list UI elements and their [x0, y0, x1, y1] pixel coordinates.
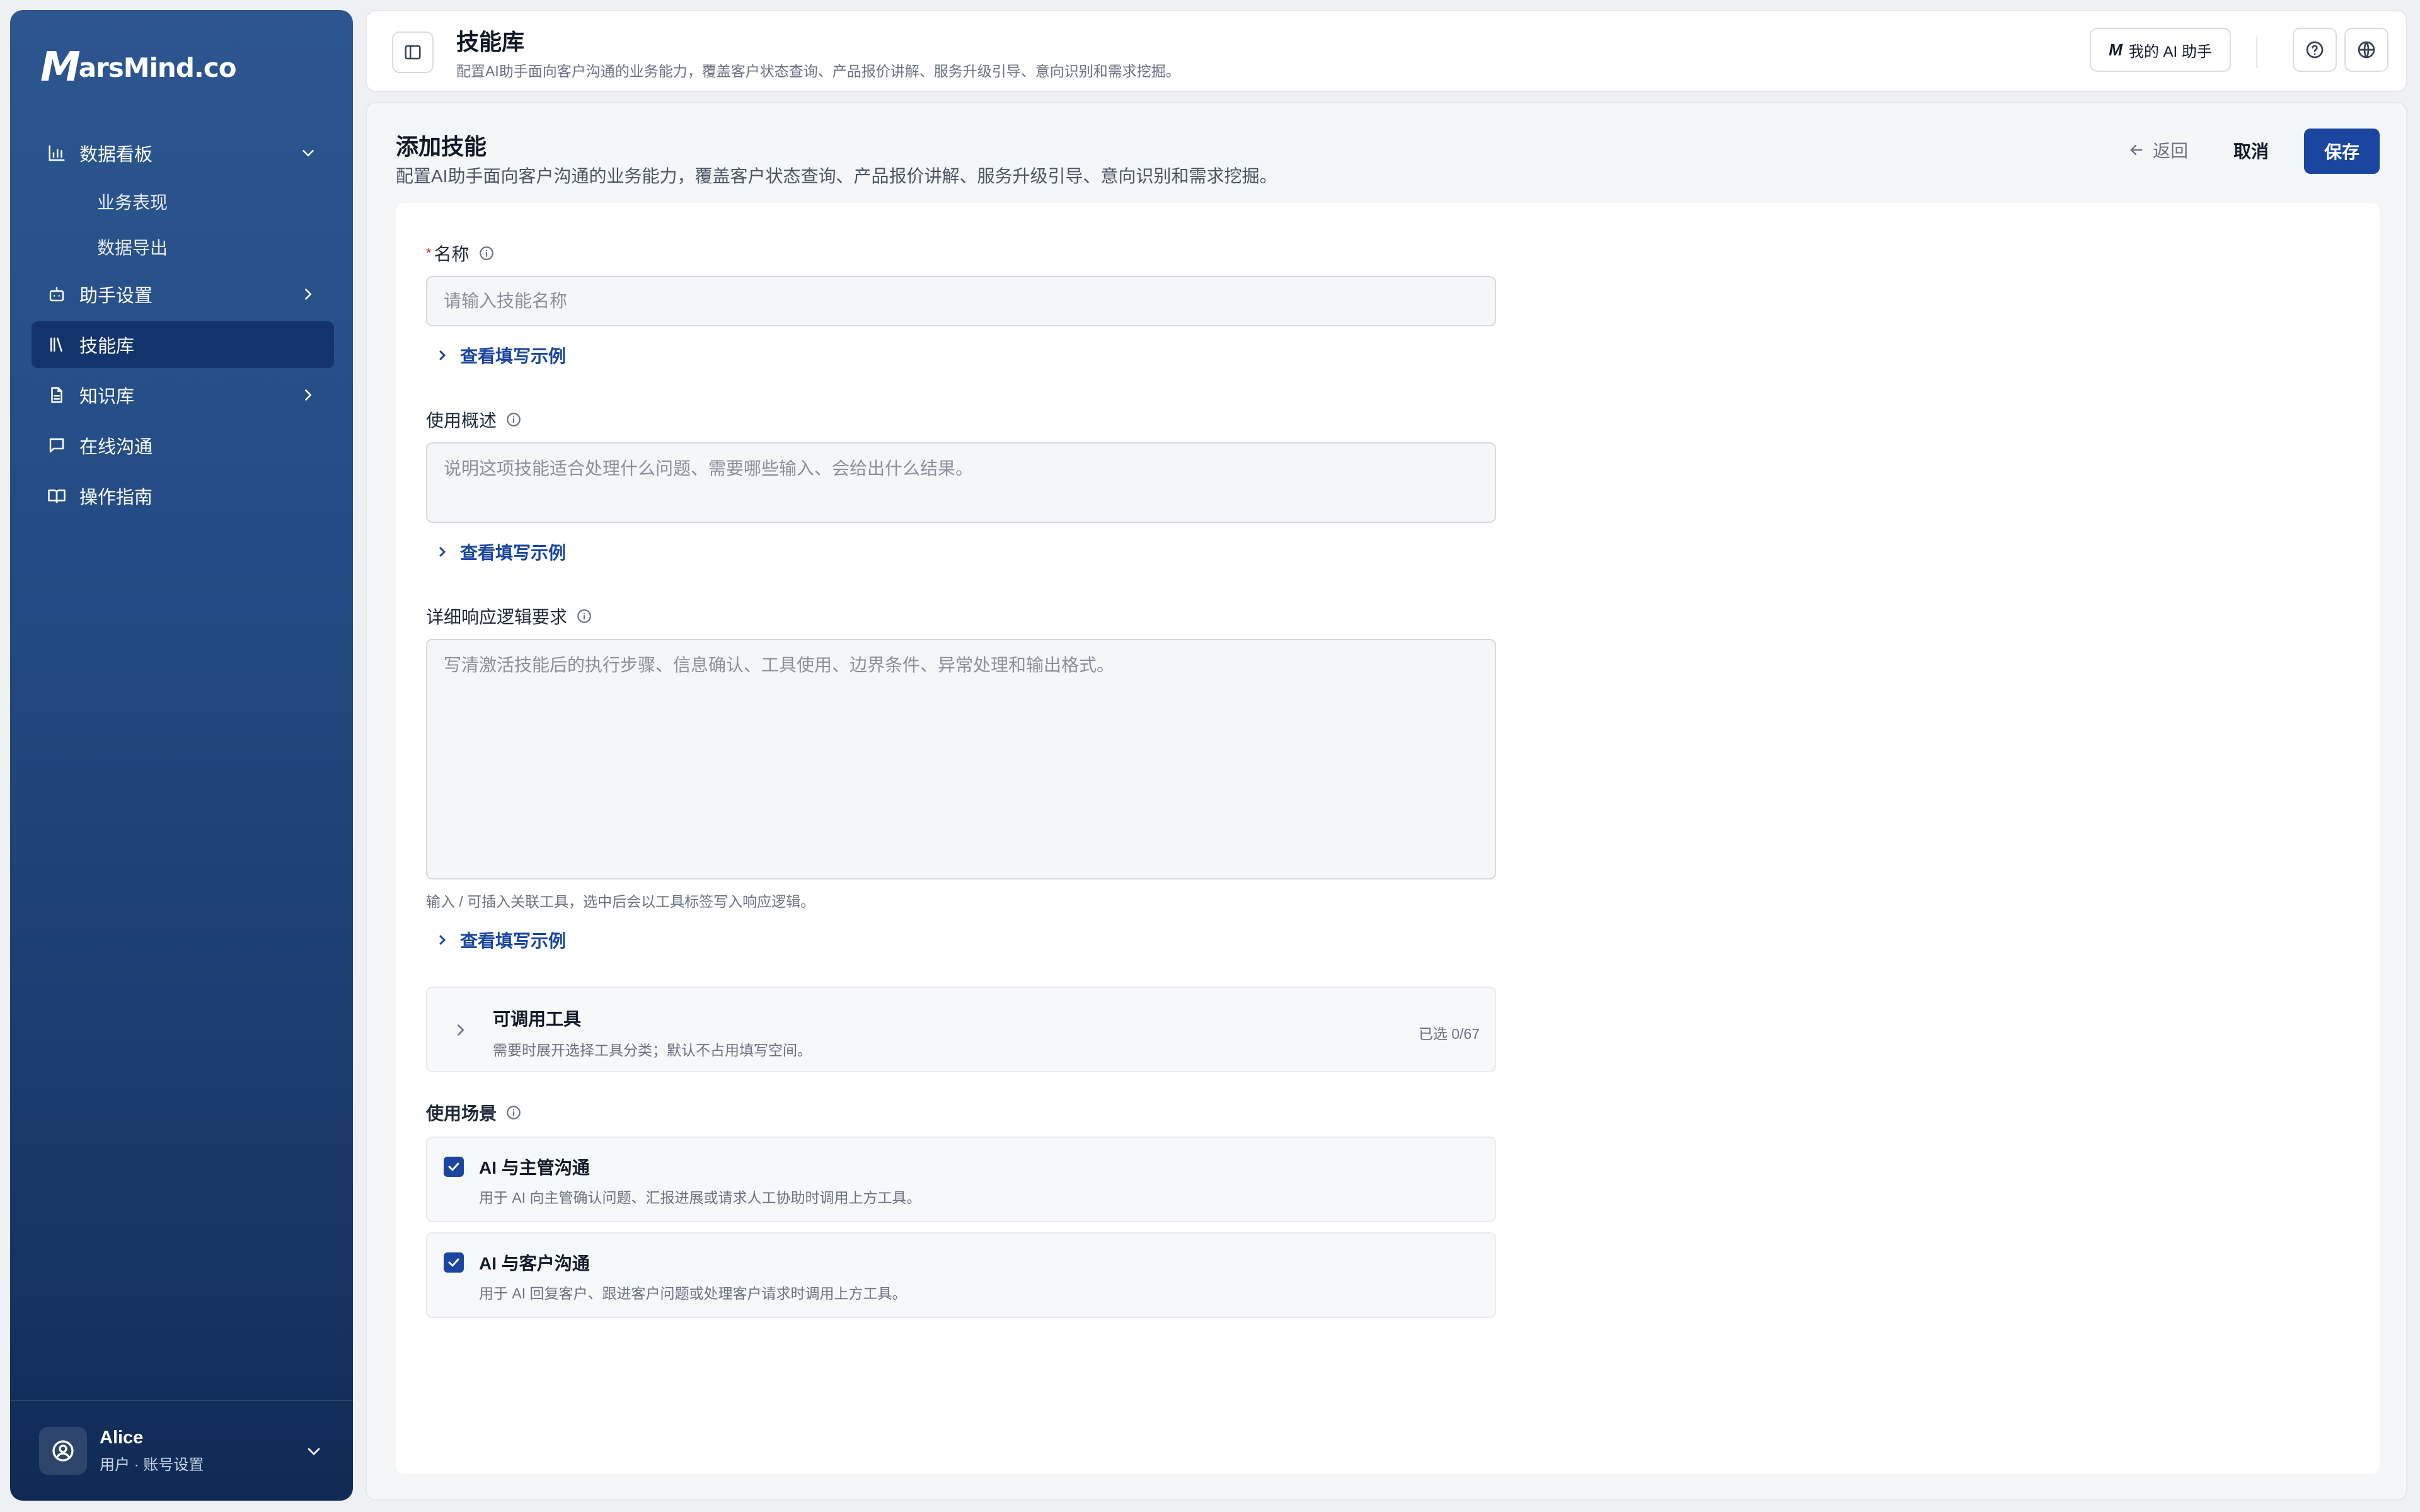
chevron-down-icon: [308, 1448, 320, 1455]
brand-logo[interactable]: M arsMind.co: [40, 44, 237, 91]
required-mark: *: [426, 245, 432, 261]
checkmark-icon: [448, 1258, 459, 1267]
example-link-label: 查看填写示例: [460, 543, 567, 563]
callable-tools-panel[interactable]: 可调用工具 需要时展开选择工具分类；默认不占用填写空间。 已选 0/67: [426, 987, 1496, 1072]
robot-icon: [47, 284, 67, 304]
scene-title: AI 与主管沟通: [479, 1158, 590, 1177]
summary-label-text: 使用概述: [426, 411, 497, 430]
book-icon: [47, 486, 67, 506]
chevron-right-icon: [439, 350, 446, 360]
sidebar-item-guide[interactable]: 操作指南: [32, 472, 334, 519]
tools-subtitle: 需要时展开选择工具分类；默认不占用填写空间。: [493, 1042, 812, 1058]
info-icon[interactable]: [505, 411, 522, 428]
brand-mark-icon: M: [2109, 40, 2123, 59]
avatar: [39, 1427, 87, 1475]
sidebar-item-dashboard[interactable]: 数据看板: [32, 130, 334, 176]
name-example-toggle[interactable]: 查看填写示例: [435, 343, 566, 368]
sidebar-nav: 数据看板 业务表现 数据导出 助手设置 技能库 知识库 在线沟通 操作指南: [32, 130, 334, 523]
logo-mark: M: [40, 44, 81, 91]
scene-checkbox[interactable]: [444, 1252, 464, 1273]
scene-title: AI 与客户沟通: [479, 1254, 590, 1273]
skill-form: * 名称 查看填写示例 使用概述 查看填写示例 详细响应逻辑要求 输入 / 可插…: [396, 203, 2380, 1474]
info-icon[interactable]: [505, 1104, 522, 1121]
user-subtitle: 用户 · 账号设置: [100, 1457, 204, 1474]
summary-example-toggle[interactable]: 查看填写示例: [435, 539, 566, 564]
header-title: 技能库: [456, 29, 525, 55]
help-button[interactable]: [2293, 28, 2337, 72]
sidebar-item-label: 技能库: [79, 336, 135, 357]
example-link-label: 查看填写示例: [460, 931, 567, 951]
arrow-left-icon: [2130, 144, 2143, 156]
bar-chart-icon: [47, 143, 67, 163]
logic-label: 详细响应逻辑要求: [426, 604, 592, 629]
globe-icon: [2358, 41, 2375, 59]
sidebar-item-label: 在线沟通: [79, 437, 153, 457]
sidebar-item-skills[interactable]: 技能库: [32, 321, 334, 368]
sidebar-subitem-performance[interactable]: 业务表现: [32, 180, 334, 223]
header-subtitle: 配置AI助手面向客户沟通的业务能力，覆盖客户状态查询、产品报价讲解、服务升级引导…: [456, 63, 1180, 79]
logic-label-text: 详细响应逻辑要求: [426, 607, 568, 627]
tools-title: 可调用工具: [493, 1009, 582, 1029]
name-label-text: 名称: [434, 244, 470, 264]
page-title: 添加技能: [396, 134, 487, 159]
scene-description: 用于 AI 向主管确认问题、汇报进展或请求人工协助时调用上方工具。: [479, 1189, 921, 1206]
tools-selected-count: 已选 0/67: [1418, 1026, 1480, 1042]
sidebar-item-online-chat[interactable]: 在线沟通: [32, 422, 334, 469]
language-button[interactable]: [2344, 28, 2388, 72]
back-button[interactable]: 返回: [2128, 137, 2188, 163]
ai-button-label: 我的 AI 助手: [2128, 43, 2212, 60]
checkmark-icon: [448, 1162, 459, 1171]
user-name: Alice: [100, 1428, 144, 1448]
chat-icon: [47, 435, 67, 455]
sidebar-item-label: 助手设置: [79, 286, 153, 306]
summary-textarea[interactable]: [426, 442, 1496, 523]
sidebar: M arsMind.co 数据看板 业务表现 数据导出 助手设置 技能库 知识库…: [10, 10, 353, 1501]
save-button[interactable]: 保存: [2304, 129, 2380, 174]
summary-label: 使用概述: [426, 407, 522, 432]
sidebar-item-label: 知识库: [79, 387, 135, 407]
top-header: 技能库 配置AI助手面向客户沟通的业务能力，覆盖客户状态查询、产品报价讲解、服务…: [366, 10, 2407, 92]
scene-checkbox[interactable]: [444, 1157, 464, 1177]
sidebar-subitem-export[interactable]: 数据导出: [32, 226, 334, 268]
scene-option-customer[interactable]: AI 与客户沟通 用于 AI 回复客户、跟进客户问题或处理客户请求时调用上方工具…: [426, 1232, 1496, 1318]
page-subtitle: 配置AI助手面向客户沟通的业务能力，覆盖客户状态查询、产品报价讲解、服务升级引导…: [396, 166, 1277, 186]
info-icon[interactable]: [478, 245, 495, 261]
main-panel: 添加技能 配置AI助手面向客户沟通的业务能力，覆盖客户状态查询、产品报价讲解、服…: [366, 102, 2407, 1501]
document-icon: [47, 385, 67, 405]
name-label: * 名称: [426, 241, 495, 266]
library-icon: [47, 335, 67, 355]
user-info: Alice 用户 · 账号设置: [100, 1428, 204, 1474]
chevron-right-icon: [305, 389, 312, 401]
sidebar-item-label: 操作指南: [79, 488, 153, 508]
logo-text: arsMind.co: [78, 52, 237, 83]
logic-example-toggle[interactable]: 查看填写示例: [435, 927, 566, 953]
user-circle-icon: [52, 1440, 74, 1462]
user-menu[interactable]: Alice 用户 · 账号设置: [10, 1400, 353, 1501]
logic-textarea[interactable]: [426, 639, 1496, 879]
my-ai-assistant-button[interactable]: M 我的 AI 助手: [2090, 28, 2231, 72]
scene-option-supervisor[interactable]: AI 与主管沟通 用于 AI 向主管确认问题、汇报进展或请求人工协助时调用上方工…: [426, 1137, 1496, 1222]
header-divider: [2256, 37, 2257, 68]
chevron-right-icon: [458, 1024, 464, 1036]
sidebar-toggle-button[interactable]: [392, 32, 434, 73]
scenes-label: 使用场景: [426, 1100, 522, 1125]
sidebar-item-label: 数据看板: [79, 145, 153, 165]
example-link-label: 查看填写示例: [460, 346, 567, 366]
skill-name-input[interactable]: [426, 276, 1496, 326]
sidebar-item-assistant-settings[interactable]: 助手设置: [32, 271, 334, 318]
cancel-button[interactable]: 取消: [2220, 129, 2283, 173]
chevron-right-icon: [439, 547, 446, 557]
scene-description: 用于 AI 回复客户、跟进客户问题或处理客户请求时调用上方工具。: [479, 1285, 907, 1302]
help-icon: [2306, 41, 2324, 59]
scenes-label-text: 使用场景: [426, 1104, 497, 1123]
chevron-right-icon: [439, 935, 446, 945]
chevron-right-icon: [305, 289, 312, 300]
chevron-down-icon: [302, 150, 314, 157]
sidebar-panel-icon: [405, 45, 421, 60]
logic-hint: 输入 / 可插入关联工具，选中后会以工具标签写入响应逻辑。: [426, 893, 815, 910]
back-label: 返回: [2153, 141, 2189, 161]
sidebar-item-knowledge[interactable]: 知识库: [32, 372, 334, 418]
info-icon[interactable]: [576, 608, 592, 624]
